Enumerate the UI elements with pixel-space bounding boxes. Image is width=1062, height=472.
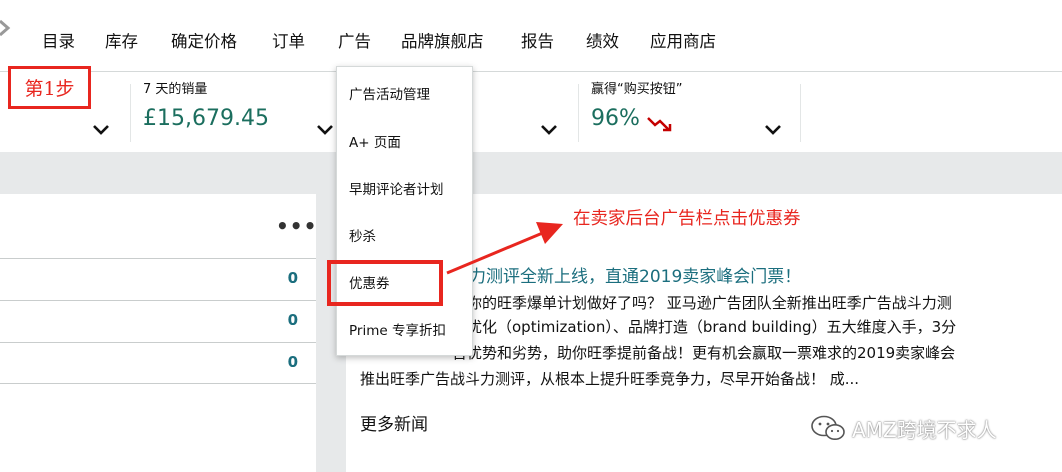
chevron-right-icon: [0, 19, 11, 37]
chevron-down-icon[interactable]: [764, 124, 782, 136]
menu-item-prime-discount[interactable]: Prime 专享折扣: [349, 319, 446, 339]
row-count: 0: [287, 353, 298, 371]
metric-divider: [578, 84, 579, 142]
trend-down-icon: [647, 117, 672, 132]
metric-buybox-value[interactable]: 96%: [591, 106, 640, 131]
row-count: 0: [287, 311, 298, 329]
nav-appstore[interactable]: 应用商店: [650, 28, 716, 52]
news-headline-link[interactable]: 斗力测评全新上线，直通2019卖家峰会门票！: [452, 262, 801, 287]
watermark-text: AMZ跨境不求人: [852, 417, 997, 442]
more-options-icon[interactable]: •••: [276, 214, 317, 238]
news-text-line: ，你的旺季爆单计划做好了吗？ 亚马逊广告团队全新推出旺季广告战斗力测: [452, 294, 952, 312]
chevron-down-icon[interactable]: [540, 124, 558, 136]
metrics-strip: 7 天的销量 £15,679.45 赢得“购买按钮” 96%: [0, 72, 1062, 152]
row-count: 0: [287, 269, 298, 287]
watermark: AMZ跨境不求人: [810, 412, 1050, 444]
nav-pricing[interactable]: 确定价格: [171, 28, 237, 52]
list-item[interactable]: 0: [0, 258, 316, 300]
nav-reports[interactable]: 报告: [521, 28, 554, 52]
nav-performance[interactable]: 绩效: [586, 28, 619, 52]
news-text-line: 、优化（optimization）、品牌打造（brand building）五大…: [452, 318, 957, 336]
news-text-line: 推出旺季广告战斗力测评，从根本上提升旺季竞争力，尽早开始备战！ 成...: [360, 370, 860, 388]
metric-divider: [800, 84, 801, 142]
wechat-icon: [811, 415, 845, 440]
chevron-down-icon[interactable]: [316, 124, 334, 136]
metric-sales-label: 7 天的销量: [143, 82, 208, 97]
menu-item-early-reviewer[interactable]: 早期评论者计划: [349, 178, 444, 198]
coupon-highlight-box: [327, 260, 443, 306]
list-item[interactable]: 0: [0, 300, 316, 342]
menu-item-a-plus-content[interactable]: A+ 页面: [349, 131, 401, 151]
nav-advertising[interactable]: 广告: [338, 28, 371, 52]
chevron-down-icon[interactable]: [92, 124, 110, 136]
news-text-line: 告优势和劣势，助你旺季提前备战！更有机会赢取一票难求的2019卖家峰会: [452, 344, 956, 362]
metric-buybox-label: 赢得“购买按钮”: [591, 82, 683, 97]
advertising-dropdown-menu: 广告活动管理 A+ 页面 早期评论者计划 秒杀 优惠券 Prime 专享折扣: [336, 66, 473, 356]
nav-inventory[interactable]: 库存: [105, 28, 138, 52]
metric-divider: [130, 84, 131, 142]
menu-item-campaign-manager[interactable]: 广告活动管理: [349, 83, 430, 103]
more-news-heading[interactable]: 更多新闻: [360, 410, 428, 435]
top-navigation: 目录 库存 确定价格 订单 广告 品牌旗舰店 报告 绩效 应用商店: [0, 0, 1062, 72]
list-item[interactable]: 0: [0, 342, 316, 384]
annotation-instruction: 在卖家后台广告栏点击优惠券: [573, 209, 801, 229]
nav-catalog[interactable]: 目录: [42, 28, 75, 52]
step-annotation: 第1步: [8, 66, 91, 109]
nav-orders[interactable]: 订单: [272, 28, 305, 52]
nav-brand-stores[interactable]: 品牌旗舰店: [401, 28, 484, 52]
menu-item-lightning-deals[interactable]: 秒杀: [349, 225, 376, 245]
step-label: 第1步: [24, 78, 75, 100]
section-divider-band: [0, 152, 1062, 194]
metric-sales-value[interactable]: £15,679.45: [143, 106, 269, 131]
